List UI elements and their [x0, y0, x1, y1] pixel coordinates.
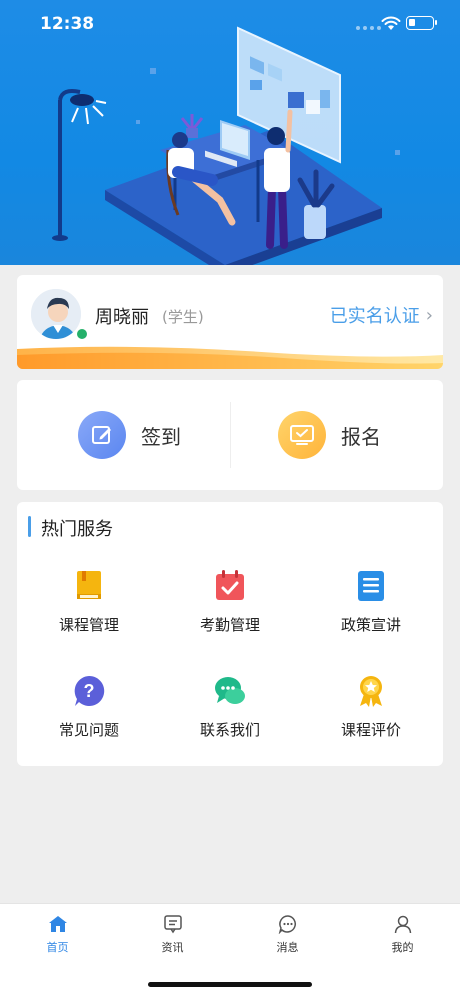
hot-services-card: 热门服务 课程管理 考勤管理 政策宣讲 ? 常见问题 联系我们 课程评价	[17, 502, 443, 766]
service-contact-us[interactable]: 联系我们	[159, 674, 301, 764]
edit-icon	[78, 411, 126, 459]
section-title: 热门服务	[41, 519, 113, 540]
tab-label: 资讯	[161, 941, 184, 954]
signal-icon	[356, 26, 381, 30]
checkin-label: 签到	[141, 424, 181, 449]
service-label: 课程评价	[340, 721, 401, 739]
tab-label: 首页	[46, 941, 69, 954]
service-label: 考勤管理	[199, 616, 260, 634]
bottom-tab-bar: 首页 资讯 消息 我的	[0, 903, 460, 996]
wifi-icon	[381, 16, 401, 30]
medal-icon	[360, 676, 382, 707]
chat-icon	[215, 677, 245, 704]
home-icon	[48, 916, 67, 932]
service-label: 课程管理	[58, 616, 119, 634]
book-icon	[77, 571, 101, 599]
status-time: 12:38	[40, 14, 95, 34]
document-icon	[358, 571, 384, 601]
tab-home[interactable]: 首页	[0, 914, 115, 955]
svg-text:?: ?	[84, 681, 95, 701]
chevron-right-icon: ›	[425, 304, 433, 326]
tab-news[interactable]: 资讯	[115, 914, 230, 955]
tab-profile[interactable]: 我的	[345, 914, 460, 955]
service-policy-briefing[interactable]: 政策宣讲	[300, 569, 442, 659]
battery-icon	[406, 16, 437, 30]
real-name-verify-link[interactable]: 已实名认证 ›	[330, 302, 433, 328]
user-name: 周晓丽	[95, 307, 149, 328]
screen-icon	[278, 411, 326, 459]
user-role: (学生)	[162, 308, 204, 326]
status-bar: 12:38	[0, 0, 460, 48]
hero-banner: 12:38	[0, 0, 460, 265]
service-course-management[interactable]: 课程管理	[18, 569, 160, 659]
message-icon	[278, 915, 296, 934]
tab-label: 消息	[276, 941, 299, 954]
calendar-check-icon	[216, 570, 244, 600]
service-course-evaluation[interactable]: 课程评价	[300, 674, 442, 764]
quick-actions-card: 签到 报名	[17, 380, 443, 490]
tab-label: 我的	[391, 941, 414, 954]
signup-label: 报名	[341, 424, 381, 449]
profile-card[interactable]: 周晓丽 (学生) 已实名认证 ›	[17, 275, 443, 369]
service-label: 联系我们	[199, 721, 260, 739]
verify-status: 已实名认证	[329, 306, 420, 327]
home-indicator[interactable]	[148, 982, 312, 987]
profile-wave-decoration	[17, 346, 443, 369]
service-attendance-management[interactable]: 考勤管理	[159, 569, 301, 659]
service-label: 常见问题	[58, 721, 119, 739]
signup-button[interactable]: 报名	[230, 380, 443, 490]
tab-messages[interactable]: 消息	[230, 914, 345, 955]
news-icon	[163, 915, 182, 934]
user-icon	[394, 915, 411, 934]
checkin-button[interactable]: 签到	[17, 380, 230, 490]
service-faq[interactable]: ? 常见问题	[18, 674, 160, 764]
service-label: 政策宣讲	[340, 616, 401, 634]
section-accent-bar	[28, 516, 31, 537]
verified-badge-icon	[75, 327, 89, 341]
question-icon: ?	[74, 675, 105, 706]
